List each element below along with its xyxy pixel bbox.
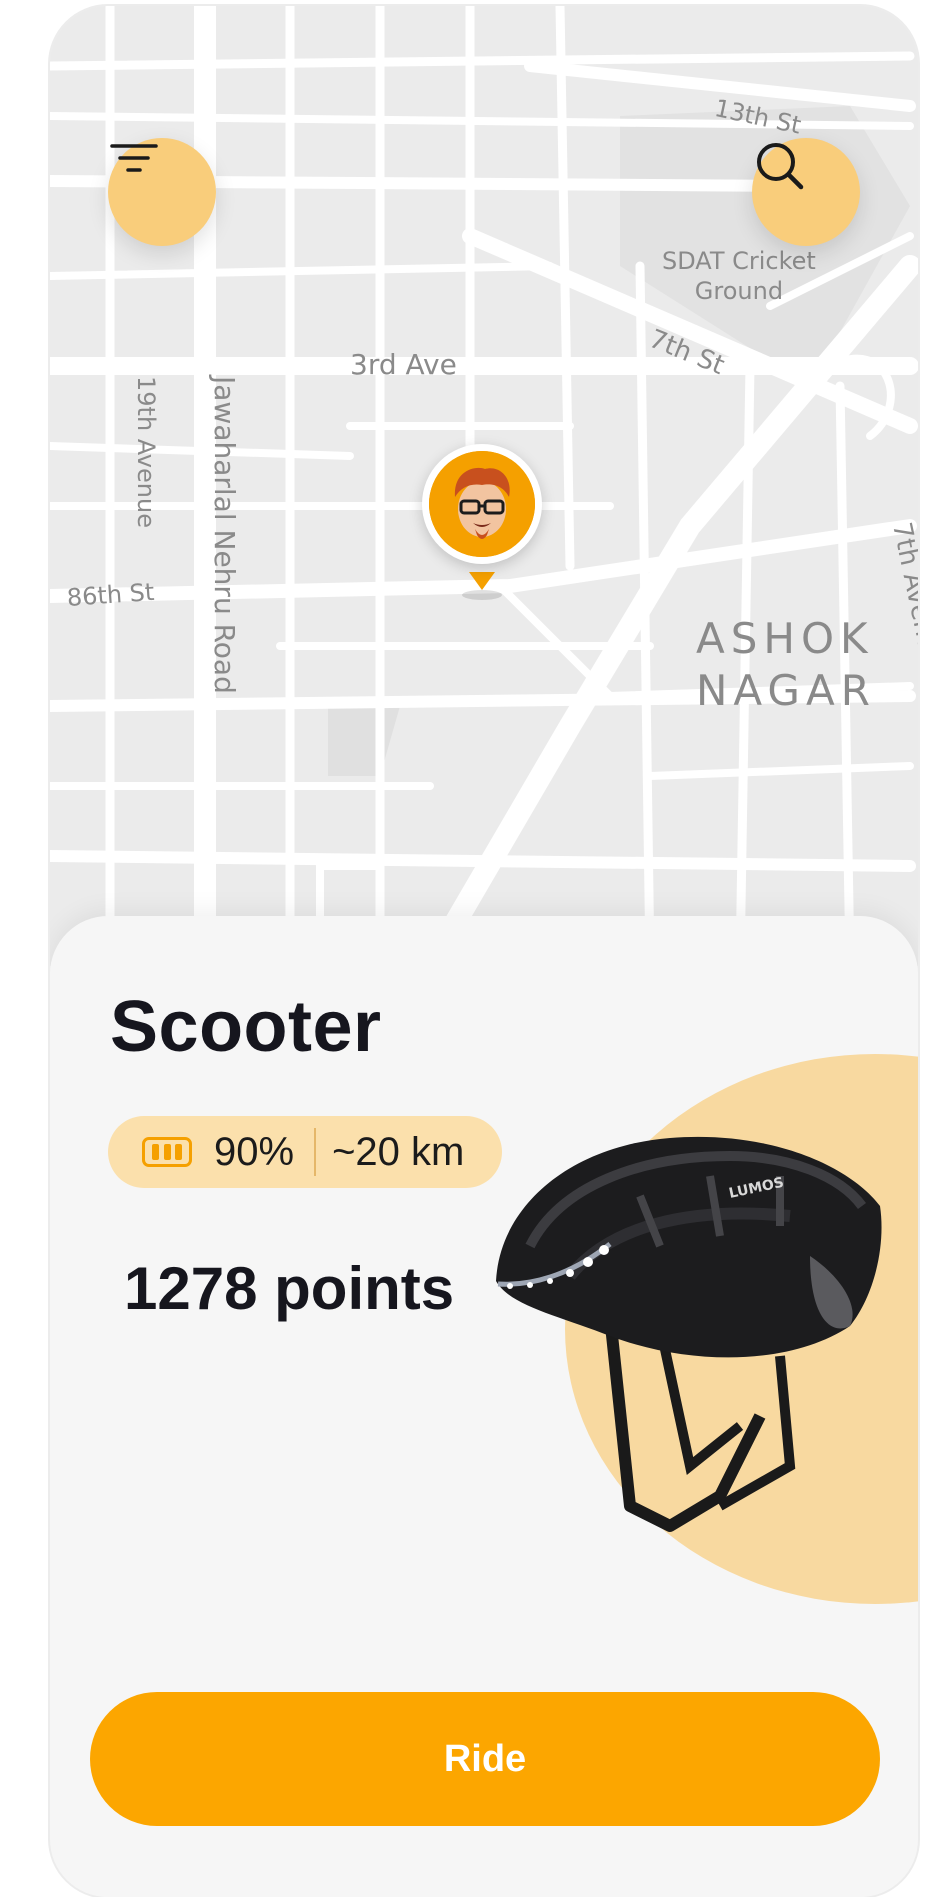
pin-ring	[422, 444, 542, 564]
stats-divider	[314, 1128, 317, 1176]
avatar-illustration	[429, 451, 535, 557]
vehicle-range: ~20 km	[332, 1129, 465, 1174]
map-label-19th-avenue: 19th Avenue	[132, 376, 160, 528]
pin-shadow	[462, 590, 502, 600]
map-label-nagar: NAGAR	[696, 666, 876, 715]
map-label-ashok: ASHOK	[696, 614, 874, 663]
user-location-pin[interactable]	[422, 444, 542, 604]
phone-screen: 13th St SDAT Cricket Ground 7th St 3rd A…	[50, 6, 918, 1897]
helmet-image: LUMOS	[496, 1136, 882, 1532]
vehicle-title: Scooter	[110, 987, 382, 1067]
points-value: 1278 points	[124, 1255, 455, 1322]
battery-level: 90%	[214, 1129, 295, 1174]
map-view[interactable]: 13th St SDAT Cricket Ground 7th St 3rd A…	[50, 6, 918, 966]
search-button[interactable]	[752, 138, 860, 246]
filter-button[interactable]	[108, 138, 216, 246]
user-avatar	[429, 451, 535, 557]
battery-icon	[142, 1137, 192, 1167]
vehicle-sheet: Scooter 90% ~20 km 1278 points LUMOS Rid…	[50, 916, 918, 1897]
map-label-jawaharlal-nehru-road: Jawaharlal Nehru Road	[208, 376, 241, 694]
map-label-3rd-ave: 3rd Ave	[350, 348, 457, 381]
map-label-sdat-ground: SDAT Cricket Ground	[662, 247, 816, 305]
ride-button[interactable]: Ride	[90, 1692, 880, 1826]
vehicle-stats-pill: 90% ~20 km	[108, 1116, 502, 1188]
pin-tail	[469, 572, 495, 590]
